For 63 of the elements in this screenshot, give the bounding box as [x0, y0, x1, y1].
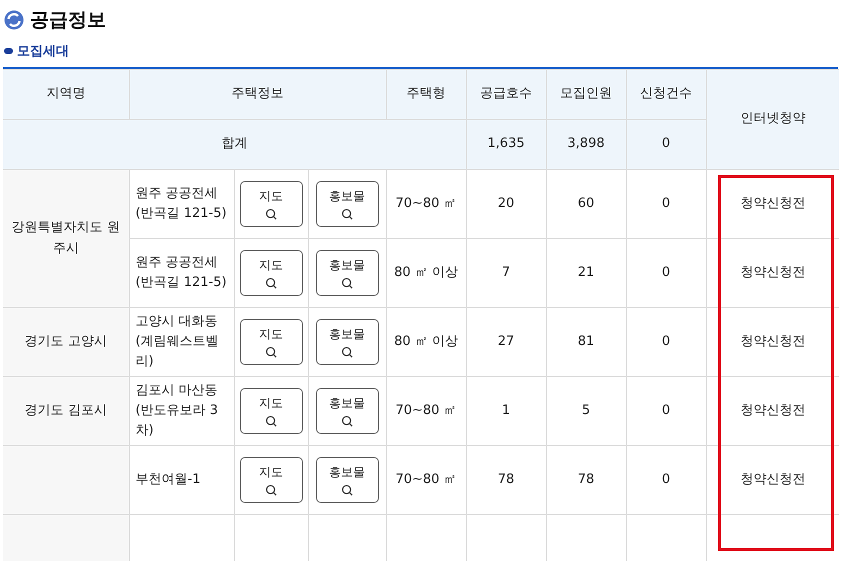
supply-cell: 20: [466, 170, 546, 238]
column-header: 신청건수: [626, 70, 706, 120]
section-title: 공급정보: [30, 8, 106, 33]
house-name-cell: 부천여월-1: [129, 446, 234, 514]
applications-cell: 0: [626, 170, 706, 238]
house-name-cell: 고양시 대화동 (계림웨스트벨리): [129, 308, 234, 376]
column-header: 모집인원: [546, 70, 626, 120]
house-type-cell: 70~80 ㎡: [386, 170, 466, 238]
supply-cell: 1: [466, 376, 546, 446]
applications-cell: 0: [626, 376, 706, 446]
search-icon: [340, 484, 354, 496]
region-cell: 강원특별자치도 원주시: [3, 170, 129, 308]
applications-cell: 0: [626, 238, 706, 308]
search-icon: [264, 484, 278, 496]
search-icon: [340, 346, 354, 358]
supply-cell: 7: [466, 238, 546, 308]
house-name-cell: 원주 공공전세 (반곡길 121-5): [129, 238, 234, 308]
subsection-title: 모집세대: [17, 43, 69, 60]
brochure-button[interactable]: 홍보물: [316, 181, 378, 227]
supply-cell: 27: [466, 308, 546, 376]
brochure-button[interactable]: 홍보물: [316, 319, 378, 365]
supply-cell: 78: [466, 446, 546, 514]
recruit-cell: 81: [546, 308, 626, 376]
column-header: 주택정보: [129, 70, 386, 120]
column-header: 지역명: [3, 70, 129, 120]
search-icon: [340, 208, 354, 220]
recruit-cell: 5: [546, 376, 626, 446]
applications-cell: 0: [626, 308, 706, 376]
total-label: 합계: [3, 120, 466, 170]
recruit-cell: 21: [546, 238, 626, 308]
map-button[interactable]: 지도: [240, 457, 302, 503]
region-cell: 경기도 고양시: [3, 308, 129, 376]
house-name-cell: 원주 공공전세 (반곡길 121-5): [129, 170, 234, 238]
search-icon: [264, 276, 278, 290]
map-button[interactable]: 지도: [240, 319, 302, 365]
house-type-cell: 70~80 ㎡: [386, 376, 466, 446]
column-header: 주택형: [386, 70, 466, 120]
region-cell: 경기도 김포시: [3, 376, 129, 446]
applications-cell: 0: [626, 446, 706, 514]
recruit-cell: 60: [546, 170, 626, 238]
house-type-cell: 80 ㎡ 이상: [386, 238, 466, 308]
house-name-cell: 김포시 마산동 (반도유보라 3차): [129, 376, 234, 446]
map-button[interactable]: 지도: [240, 181, 302, 227]
search-icon: [264, 208, 278, 220]
search-icon: [264, 414, 278, 428]
search-icon: [340, 276, 354, 290]
recruit-cell: 78: [546, 446, 626, 514]
map-button[interactable]: 지도: [240, 388, 302, 434]
house-type-cell: 70~80 ㎡: [386, 446, 466, 514]
brochure-button[interactable]: 홍보물: [316, 250, 378, 296]
column-header: 공급호수: [466, 70, 546, 120]
search-icon: [264, 346, 278, 358]
total-cell: 0: [626, 120, 706, 170]
refresh-icon: [4, 10, 24, 30]
total-cell: 3,898: [546, 120, 626, 170]
map-button[interactable]: 지도: [240, 250, 302, 296]
column-header: 인터넷청약: [706, 70, 840, 170]
total-cell: 1,635: [466, 120, 546, 170]
house-type-cell: 80 ㎡ 이상: [386, 308, 466, 376]
bullet-icon: [4, 48, 13, 54]
search-icon: [340, 414, 354, 428]
brochure-button[interactable]: 홍보물: [316, 388, 378, 434]
brochure-button[interactable]: 홍보물: [316, 457, 378, 503]
